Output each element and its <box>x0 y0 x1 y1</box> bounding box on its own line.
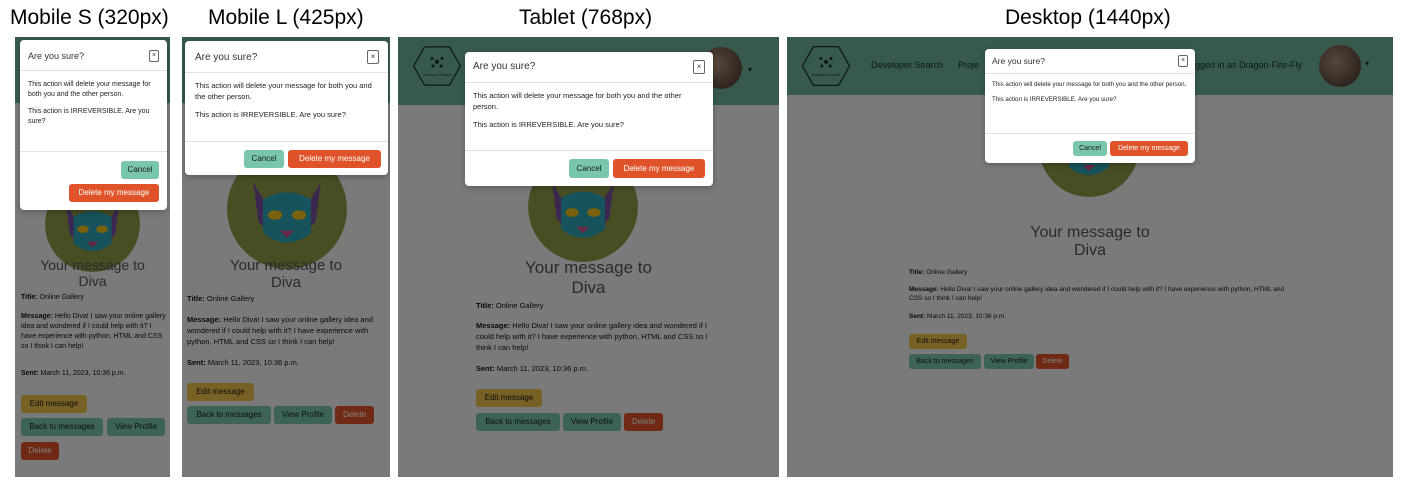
modal-body-text-2: This action is IRREVERSIBLE. Are you sur… <box>195 109 346 119</box>
modal-footer-divider <box>20 151 167 152</box>
modal-title: Are you sure? <box>28 51 85 61</box>
screenshot-desktop: Developer Connect Developer Search Proje… <box>787 37 1393 477</box>
delete-my-message-button[interactable]: Delete my message <box>288 150 381 168</box>
screenshot-mobile-l: Your message to Diva Title: Online Galle… <box>182 37 390 477</box>
cancel-button[interactable]: Cancel <box>569 159 609 178</box>
modal-title: Are you sure? <box>992 56 1045 66</box>
modal-title: Are you sure? <box>473 61 536 72</box>
confirm-modal: Are you sure? × This action will delete … <box>465 52 713 186</box>
modal-header-divider <box>20 70 167 71</box>
modal-body-text-2: This action is IRREVERSIBLE. Are you sur… <box>473 119 624 129</box>
modal-body: This action will delete your message for… <box>992 81 1190 110</box>
modal-body-text-1: This action will delete your message for… <box>28 81 151 99</box>
close-icon[interactable]: × <box>367 50 379 64</box>
modal-footer-divider <box>185 141 388 142</box>
cancel-button[interactable]: Cancel <box>121 161 159 179</box>
close-icon[interactable]: × <box>1178 55 1188 67</box>
modal-body-text-1: This action will delete your message for… <box>992 81 1187 88</box>
modal-body-text-2: This action is IRREVERSIBLE. Are you sur… <box>992 95 1117 103</box>
modal-body-text-1: This action will delete your message for… <box>195 81 372 101</box>
cancel-button[interactable]: Cancel <box>1073 141 1107 156</box>
modal-body: This action will delete your message for… <box>195 81 381 127</box>
screenshot-mobile-s: Your message to Diva Title: Online Galle… <box>15 37 170 477</box>
caption-tablet: Tablet (768px) <box>519 6 653 29</box>
confirm-modal: Are you sure? × This action will delete … <box>20 40 167 210</box>
confirm-modal: Are you sure? × This action will delete … <box>185 41 388 175</box>
close-icon[interactable]: × <box>693 60 705 74</box>
delete-my-message-button[interactable]: Delete my message <box>613 159 705 178</box>
confirm-modal: Are you sure? × This action will delete … <box>985 49 1195 163</box>
modal-body: This action will delete your message for… <box>28 80 160 133</box>
cancel-button[interactable]: Cancel <box>244 150 284 168</box>
modal-title: Are you sure? <box>195 52 258 63</box>
caption-mobile-l: Mobile L (425px) <box>208 6 364 29</box>
caption-mobile-s: Mobile S (320px) <box>10 6 169 29</box>
modal-header-divider <box>985 73 1195 74</box>
modal-header-divider <box>465 82 713 83</box>
delete-my-message-button[interactable]: Delete my message <box>69 184 159 202</box>
close-icon[interactable]: × <box>149 50 159 62</box>
modal-body: This action will delete your message for… <box>473 91 708 137</box>
modal-body-text-2: This action is IRREVERSIBLE. Are you sur… <box>28 107 150 125</box>
delete-my-message-button[interactable]: Delete my message <box>1110 141 1188 156</box>
caption-desktop: Desktop (1440px) <box>1005 6 1171 29</box>
screenshot-tablet: Developer Connect ▾ Your message to Diva… <box>398 37 779 477</box>
modal-body-text-1: This action will delete your message for… <box>473 91 682 111</box>
modal-header-divider <box>185 72 388 73</box>
modal-footer-divider <box>985 133 1195 134</box>
modal-footer-divider <box>465 150 713 151</box>
